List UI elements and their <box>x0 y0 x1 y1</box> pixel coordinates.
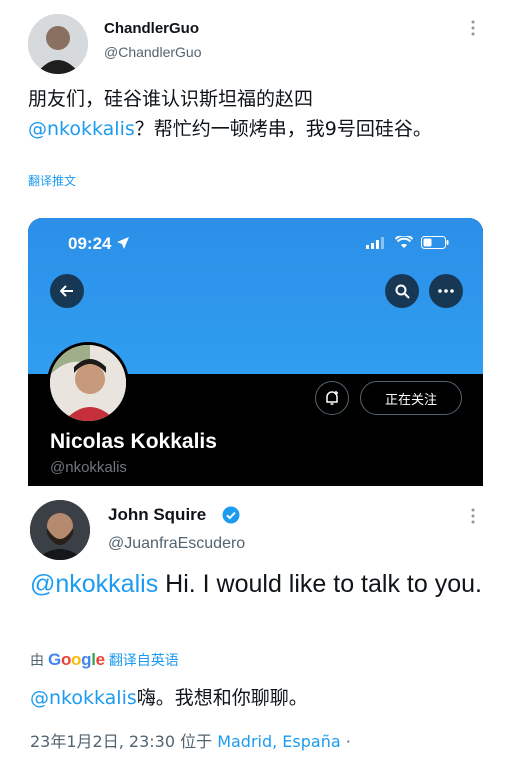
mention-link[interactable]: @nkokkalis <box>28 118 135 140</box>
translated-from-english-label[interactable]: 翻译自英语 <box>109 650 179 670</box>
location-link[interactable]: Madrid, España <box>217 732 340 751</box>
search-button[interactable] <box>385 274 419 308</box>
profile-name: Nicolas Kokkalis <box>50 430 217 453</box>
translated-text: @nkokkalis嗨。我想和你聊聊。 <box>30 683 308 710</box>
battery-icon <box>421 236 449 249</box>
tweet-text-body: Hi. I would like to talk to you. <box>158 570 482 598</box>
author-name[interactable]: John Squire <box>108 505 206 525</box>
author-name[interactable]: ChandlerGuo <box>104 20 199 37</box>
bell-plus-icon <box>326 391 338 405</box>
translate-tweet-link[interactable]: 翻译推文 <box>28 172 76 189</box>
tweet-text: @nkokkalis Hi. I would like to talk to y… <box>30 566 490 603</box>
author-handle[interactable]: @ChandlerGuo <box>104 44 202 60</box>
tweet-text-rest: ？帮忙约一顿烤串，我9号回硅谷。 <box>134 118 432 140</box>
verified-badge-icon <box>222 506 240 524</box>
status-time: 09:24 <box>68 234 130 254</box>
more-horizontal-icon <box>438 289 454 293</box>
signal-icon <box>366 237 385 249</box>
tweet-meta: 23年1月2日, 23:30 位于 Madrid, España · <box>30 728 351 752</box>
timestamp[interactable]: 23年1月2日, 23:30 位于 <box>30 732 212 751</box>
translated-body: 嗨。我想和你聊聊。 <box>136 687 308 709</box>
location-arrow-icon <box>117 237 130 249</box>
avatar[interactable] <box>28 14 88 74</box>
arrow-left-icon <box>60 285 73 297</box>
profile-avatar[interactable] <box>47 342 129 424</box>
more-vertical-icon[interactable] <box>470 508 476 527</box>
avatar[interactable] <box>30 500 90 560</box>
google-logo: Google <box>48 650 105 669</box>
status-icons <box>366 234 449 254</box>
profile-handle: @nkokkalis <box>50 459 127 476</box>
embedded-profile-screenshot: 09:24 正在关注 Nicolas Kokkalis @nkokkalis <box>28 218 483 486</box>
translated-by-label: 由 <box>30 653 44 669</box>
wifi-icon <box>394 234 413 248</box>
author-handle[interactable]: @JuanfraEscudero <box>108 535 245 553</box>
mention-link[interactable]: @nkokkalis <box>30 687 137 709</box>
tweet-text: 朋友们，硅谷谁认识斯坦福的赵四 @nkokkalis？帮忙约一顿烤串，我9号回硅… <box>28 84 478 144</box>
more-vertical-icon[interactable] <box>470 20 476 39</box>
notify-button[interactable] <box>315 381 349 415</box>
meta-separator: · <box>340 732 351 751</box>
search-icon <box>395 284 410 299</box>
tweet-text-line1: 朋友们，硅谷谁认识斯坦福的赵四 <box>28 88 314 110</box>
back-button[interactable] <box>50 274 84 308</box>
more-button[interactable] <box>429 274 463 308</box>
following-button[interactable]: 正在关注 <box>360 381 462 415</box>
mention-link[interactable]: @nkokkalis <box>30 570 158 598</box>
google-translate-attribution: 由 Google 翻译自英语 <box>30 650 179 670</box>
